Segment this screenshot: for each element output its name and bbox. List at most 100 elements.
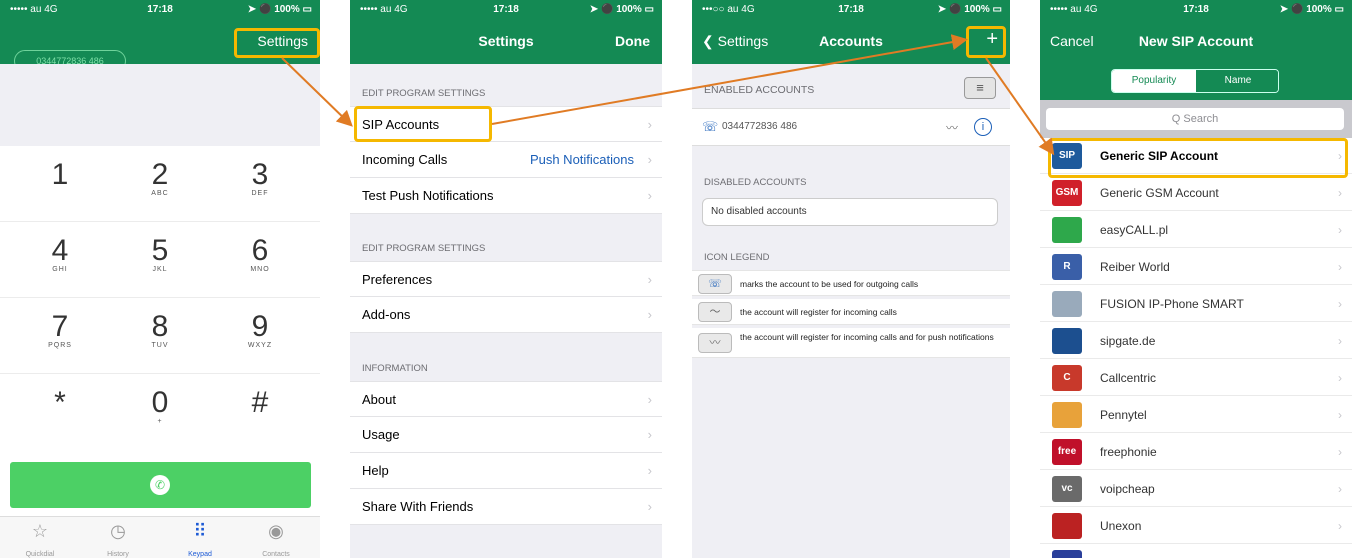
section-header: ENABLED ACCOUNTS: [704, 84, 815, 96]
status-bar: ••••• au 4G 17:18 ➤ ⚫ 100% ▭: [350, 0, 662, 20]
key-0[interactable]: 0 +: [125, 374, 195, 426]
section-header: EDIT PROGRAM SETTINGS: [362, 88, 486, 99]
chevron-right-icon: ›: [1338, 223, 1342, 237]
register-icon: 〜: [698, 302, 732, 322]
outgoing-call-icon: ☏: [702, 119, 719, 134]
row-help[interactable]: Help ›: [350, 453, 662, 489]
keypad-screen: ••••• au 4G 17:18 ➤ ⚫ 100% ▭ 0344772836 …: [0, 0, 320, 558]
tab-history[interactable]: ◷ History: [86, 521, 150, 558]
provider-logo-icon: free: [1052, 439, 1082, 465]
tab-bar: ☆ Quickdial ◷ History ⠿ Keypad ◉ Contacts: [0, 516, 320, 558]
provider-row[interactable]: GSM Generic GSM Account ›: [1040, 175, 1352, 211]
provider-logo-icon: [1052, 328, 1082, 354]
provider-logo-icon: [1052, 513, 1082, 539]
provider-logo-icon: [1052, 550, 1082, 558]
section-header: ICON LEGEND: [704, 252, 770, 263]
provider-row[interactable]: sipgate.de ›: [1040, 323, 1352, 359]
provider-name: Generic GSM Account: [1100, 186, 1219, 200]
chevron-right-icon: ›: [1338, 519, 1342, 533]
new-sip-account-screen: ••••• au 4G 17:18 ➤ ⚫ 100% ▭ Cancel New …: [1040, 0, 1352, 558]
row-addons[interactable]: Add-ons ›: [350, 297, 662, 333]
provider-row[interactable]: Pennytel ›: [1040, 397, 1352, 433]
chevron-right-icon: ›: [1338, 445, 1342, 459]
highlight-settings: [234, 28, 320, 58]
provider-logo-icon: vc: [1052, 476, 1082, 502]
contact-icon: ◉: [268, 521, 284, 541]
search-input[interactable]: Q Search: [1046, 108, 1344, 130]
push-register-icon: 〰: [945, 121, 958, 135]
row-preferences[interactable]: Preferences ›: [350, 261, 662, 297]
legend-row: ☏ marks the account to be used for outgo…: [692, 270, 1010, 296]
key-hash[interactable]: #: [225, 374, 295, 418]
tab-contacts[interactable]: ◉ Contacts: [244, 521, 308, 558]
provider-row[interactable]: R Reiber World ›: [1040, 249, 1352, 285]
key-5[interactable]: 5 JKL: [125, 222, 195, 274]
key-2[interactable]: 2 ABC: [125, 146, 195, 198]
chevron-right-icon: ›: [1338, 408, 1342, 422]
key-3[interactable]: 3 DEF: [225, 146, 295, 198]
provider-logo-icon: [1052, 402, 1082, 428]
battery: ➤ ⚫ 100% ▭: [247, 4, 312, 15]
done-button[interactable]: Done: [615, 33, 650, 49]
segment-popularity[interactable]: Popularity: [1112, 70, 1196, 92]
row-test-push[interactable]: Test Push Notifications ›: [350, 178, 662, 214]
provider-name: FUSION IP-Phone SMART: [1100, 297, 1244, 311]
key-6[interactable]: 6 MNO: [225, 222, 295, 274]
accounts-nav: ❮ Settings Accounts +: [692, 20, 1010, 64]
status-bar: •••○○ au 4G 17:18 ➤ ⚫ 100% ▭: [692, 0, 1010, 20]
row-share[interactable]: Share With Friends ›: [350, 489, 662, 525]
key-8[interactable]: 8 TUV: [125, 298, 195, 350]
key-4[interactable]: 4 GHI: [25, 222, 95, 274]
chevron-right-icon: ›: [647, 463, 652, 478]
page-title: New SIP Account: [1138, 33, 1254, 49]
chevron-right-icon: ›: [647, 392, 652, 407]
row-usage[interactable]: Usage ›: [350, 417, 662, 453]
provider-name: Tuvali: [1100, 545, 1132, 558]
row-incoming-calls[interactable]: Incoming Calls Push Notifications ›: [350, 142, 662, 178]
legend-row: 〰 the account will register for incoming…: [692, 328, 1010, 358]
key-star[interactable]: *: [25, 374, 95, 418]
segment-name[interactable]: Name: [1196, 70, 1278, 92]
key-1[interactable]: 1: [25, 146, 95, 190]
provider-name: voipcheap: [1100, 482, 1155, 496]
key-row: 1 2 ABC 3 DEF: [0, 146, 320, 222]
provider-logo-icon: [1052, 217, 1082, 243]
provider-row[interactable]: free freephonie ›: [1040, 434, 1352, 470]
provider-name: easyCALL.pl: [1100, 223, 1169, 237]
tab-keypad[interactable]: ⠿ Keypad: [168, 521, 232, 558]
provider-name: Callcentric: [1100, 371, 1157, 385]
chevron-right-icon: ›: [1338, 260, 1342, 274]
provider-name: sipgate.de: [1100, 334, 1156, 348]
incoming-value: Push Notifications: [529, 152, 634, 167]
page-title: Accounts: [819, 33, 883, 49]
provider-row[interactable]: easyCALL.pl ›: [1040, 212, 1352, 248]
chevron-right-icon: ›: [1338, 297, 1342, 311]
settings-nav: Settings Done: [350, 20, 662, 64]
provider-row[interactable]: Unexon ›: [1040, 508, 1352, 544]
outgoing-call-icon: ☏: [698, 274, 732, 294]
account-row[interactable]: ☏ 0344772836 486 〰 i: [692, 108, 1010, 146]
provider-row[interactable]: Tuvali ›: [1040, 545, 1352, 558]
chevron-right-icon: ›: [647, 499, 652, 514]
accounts-screen: •••○○ au 4G 17:18 ➤ ⚫ 100% ▭ ❮ Settings …: [692, 0, 1010, 558]
phone-icon: ✆: [150, 475, 170, 495]
call-button[interactable]: ✆: [10, 462, 311, 508]
provider-row[interactable]: vc voipcheap ›: [1040, 471, 1352, 507]
provider-name: freephonie: [1100, 445, 1157, 459]
provider-row[interactable]: FUSION IP-Phone SMART ›: [1040, 286, 1352, 322]
row-about[interactable]: About ›: [350, 381, 662, 417]
key-9[interactable]: 9 WXYZ: [225, 298, 295, 350]
tab-quickdial[interactable]: ☆ Quickdial: [8, 521, 72, 558]
highlight-add: [966, 26, 1006, 58]
section-header: EDIT PROGRAM SETTINGS: [362, 243, 486, 254]
info-icon[interactable]: i: [974, 118, 992, 136]
key-7[interactable]: 7 PQRS: [25, 298, 95, 350]
keypad-icon: ⠿: [193, 521, 207, 541]
chevron-right-icon: ›: [1338, 334, 1342, 348]
menu-icon[interactable]: ≡: [964, 77, 996, 99]
sort-segment: Popularity Name: [1111, 69, 1279, 93]
provider-row[interactable]: C Callcentric ›: [1040, 360, 1352, 396]
key-row: 4 GHI 5 JKL 6 MNO: [0, 222, 320, 298]
chevron-right-icon: ›: [647, 272, 652, 287]
provider-logo-icon: R: [1052, 254, 1082, 280]
